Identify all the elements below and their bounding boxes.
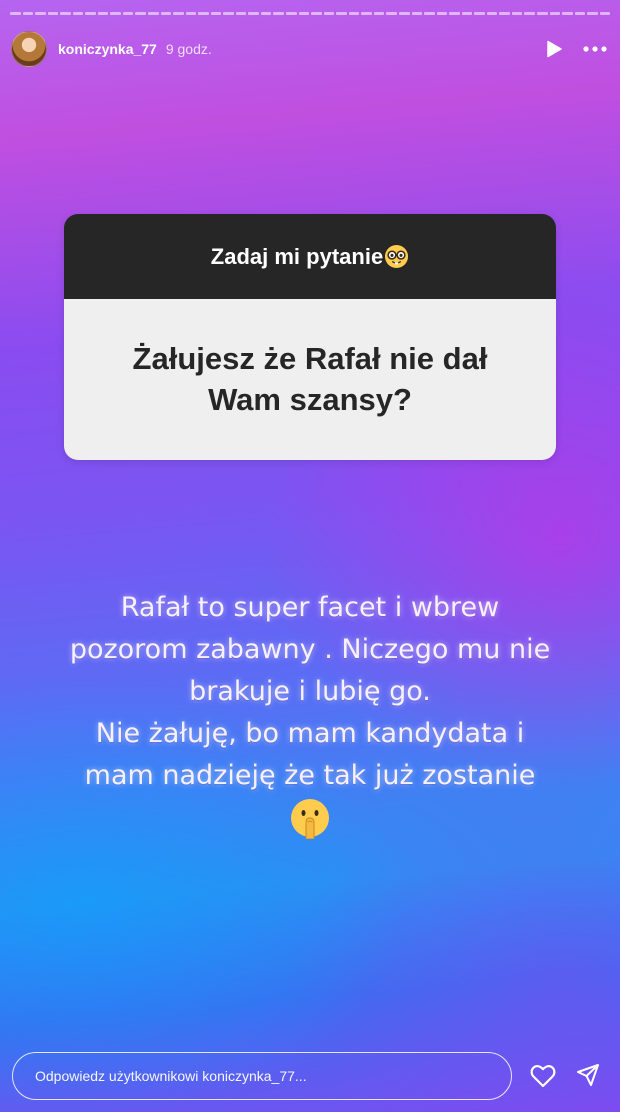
progress-segment (486, 12, 498, 15)
progress-segment (587, 12, 598, 15)
progress-segment (35, 12, 46, 15)
progress-segment (398, 12, 410, 15)
answer-text: Rafał to super facet i wbrew pozorom zab… (30, 545, 590, 881)
progress-segment (424, 12, 435, 15)
progress-segment (511, 12, 523, 15)
question-prompt: Zadaj mi pytanie (210, 243, 384, 269)
play-icon[interactable] (544, 39, 564, 59)
progress-segment (436, 12, 448, 15)
progress-segment (273, 12, 285, 15)
progress-segment (336, 12, 347, 15)
nerd-face-icon (385, 244, 409, 269)
progress-segment (449, 12, 460, 15)
progress-segment (148, 12, 159, 15)
progress-segment (549, 12, 561, 15)
post-time: 9 godz. (165, 41, 212, 57)
progress-segment (160, 12, 172, 15)
progress-segment (311, 12, 322, 15)
send-icon[interactable] (576, 1063, 600, 1087)
progress-segment (198, 12, 209, 15)
heart-icon[interactable] (530, 1064, 556, 1088)
progress-segment (474, 12, 485, 15)
question-text: Żałujesz że Rafał nie dał Wam szansy? (64, 299, 556, 460)
progress-segment (373, 12, 385, 15)
progress-segment (348, 12, 360, 15)
progress-segment (235, 12, 247, 15)
progress-segment (323, 12, 335, 15)
progress-segment (298, 12, 310, 15)
progress-segment (411, 12, 423, 15)
progress-segment (361, 12, 372, 15)
story-header: koniczynka_77 9 godz. (11, 29, 608, 69)
more-icon[interactable] (582, 39, 608, 59)
progress-segment (599, 12, 611, 15)
progress-segment (10, 12, 21, 15)
progress-segment (260, 12, 272, 15)
progress-segment (524, 12, 535, 15)
story-progress-bar (10, 12, 611, 15)
progress-segment (85, 12, 96, 15)
progress-segment (122, 12, 134, 15)
username[interactable]: koniczynka_77 (58, 41, 157, 57)
progress-segment (386, 12, 397, 15)
progress-segment (47, 12, 59, 15)
progress-segment (574, 12, 586, 15)
progress-segment (248, 12, 259, 15)
answer-text-body: Rafał to super facet i wbrew pozorom zab… (69, 592, 551, 791)
progress-segment (110, 12, 121, 15)
question-sticker: Zadaj mi pytanie Żałujesz że Rafał nie d… (64, 214, 556, 460)
reply-placeholder: Odpowiedz użytkownikowi koniczynka_77... (35, 1068, 307, 1084)
progress-segment (135, 12, 147, 15)
progress-segment (210, 12, 222, 15)
progress-segment (60, 12, 71, 15)
progress-segment (223, 12, 234, 15)
shushing-face-icon (291, 799, 329, 839)
progress-segment (22, 12, 34, 15)
progress-segment (173, 12, 184, 15)
progress-segment (286, 12, 297, 15)
progress-segment (461, 12, 473, 15)
progress-segment (499, 12, 510, 15)
progress-segment (72, 12, 84, 15)
progress-segment (97, 12, 109, 15)
avatar[interactable] (11, 31, 47, 67)
question-sticker-header: Zadaj mi pytanie (64, 214, 556, 299)
progress-segment (562, 12, 573, 15)
progress-segment (536, 12, 548, 15)
reply-input[interactable]: Odpowiedz użytkownikowi koniczynka_77... (12, 1052, 512, 1100)
progress-segment (185, 12, 197, 15)
